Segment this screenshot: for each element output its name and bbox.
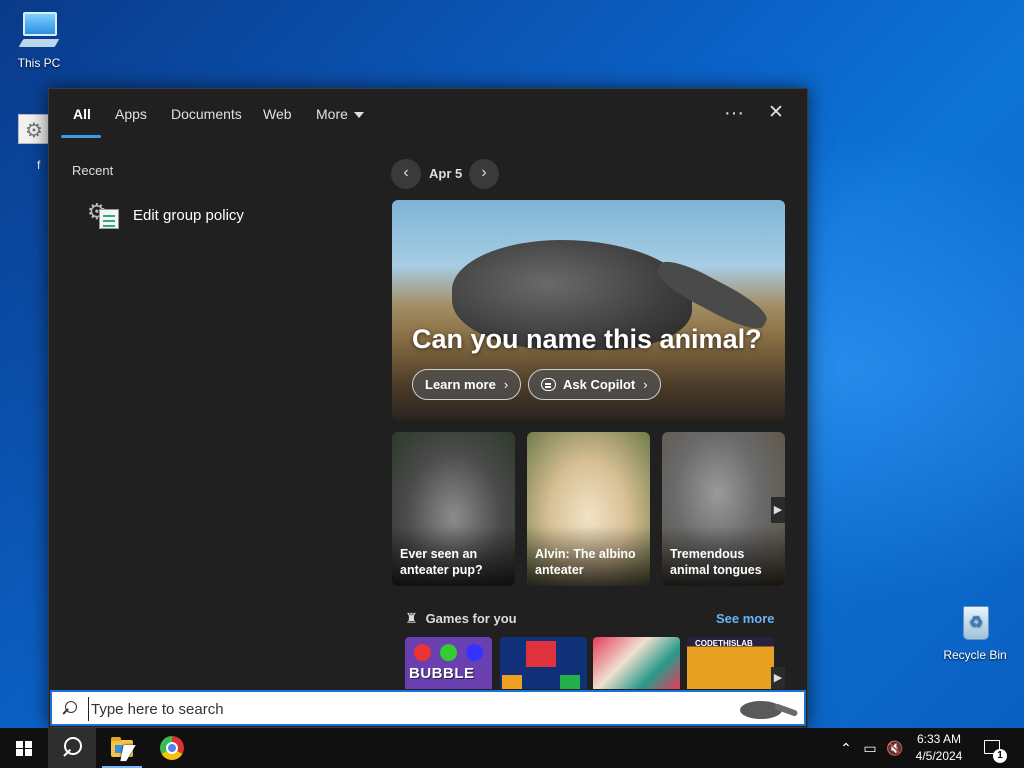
close-button[interactable]: ✕ [761,101,791,127]
search-input[interactable] [88,697,688,721]
recent-item-label: Edit group policy [133,207,244,224]
game-tile[interactable] [593,637,680,689]
card-caption: Tremendous animal tongues [670,547,762,577]
taskbar: ⌃ ▭ 🔇 [0,728,1024,768]
computer-icon [17,8,61,52]
game-tile[interactable]: CODETHISLAB [687,637,774,689]
search-taskbar-button[interactable] [48,728,96,768]
recycle-bin-icon: ♻ [953,600,997,644]
recent-item-edit-group-policy[interactable]: ⚙ Edit group policy [87,197,387,233]
group-policy-icon: ⚙ [87,199,121,231]
desktop-icon-this-pc[interactable]: This PC [2,8,76,70]
search-icon [62,737,82,759]
desktop-icon-recycle-bin[interactable]: ♻ Recycle Bin [938,600,1012,662]
learn-more-label: Learn more [425,377,496,392]
clock[interactable]: 6:33 AM 4/5/2024 [912,731,966,765]
recent-heading: Recent [72,163,114,178]
triangle-right-icon: ▶ [773,504,783,516]
tab-all[interactable]: All [73,106,91,122]
network-icon[interactable]: ▭ [862,740,878,756]
story-card[interactable]: Tremendous animal tongues [662,432,785,586]
clock-date: 4/5/2024 [915,749,963,763]
game-tile[interactable]: BUBBLE [405,637,492,689]
games-next-button[interactable]: ▶ [771,667,785,689]
tab-web[interactable]: Web [263,106,292,122]
chrome-icon [160,736,184,760]
hero-card[interactable]: Can you name this animal? Learn more › As… [392,200,785,420]
notification-count: 1 [993,749,1007,763]
chevron-right-icon: › [503,377,509,392]
more-options-button[interactable]: ··· [719,101,749,127]
card-caption: Alvin: The albino anteater [535,547,636,577]
caret-down-icon [353,112,364,119]
tab-more-label: More [316,106,348,122]
game-tile[interactable] [500,637,587,689]
chevron-right-icon: › [481,164,487,181]
clock-time: 6:33 AM [916,732,962,746]
games-heading: ♜ Games for you [405,610,517,627]
chat-icon [541,378,556,391]
gear-icon: ⚙ [25,120,43,142]
card-caption: Ever seen an anteater pup? [400,547,483,577]
show-hidden-icons-button[interactable]: ⌃ [838,740,854,756]
learn-more-button[interactable]: Learn more › [412,369,522,400]
desktop-icon-label: Recycle Bin [943,648,1007,662]
search-tabs: All Apps Documents Web More ··· ✕ [49,89,807,139]
story-card[interactable]: Ever seen an anteater pup? [392,432,515,586]
date-label: Apr 5 [429,166,463,181]
chevron-up-icon: ⌃ [840,740,852,756]
desktop-icon-label: This PC [17,56,61,70]
next-day-button[interactable]: › [469,159,499,189]
cards-next-button[interactable]: ▶ [771,497,785,523]
search-bar [50,690,806,726]
ask-copilot-label: Ask Copilot [563,377,636,392]
volume-muted-icon[interactable]: 🔇 [886,740,903,756]
chevron-right-icon: › [643,377,648,392]
search-panel: All Apps Documents Web More ··· ✕ Recent… [48,88,808,728]
chess-icon: ♜ [405,610,418,626]
tab-documents[interactable]: Documents [171,106,242,122]
ask-copilot-button[interactable]: Ask Copilot › [528,369,661,400]
triangle-right-icon: ▶ [773,672,783,684]
tab-more[interactable]: More [316,106,364,122]
see-more-link[interactable]: See more [716,611,775,626]
story-card[interactable]: Alvin: The albino anteater [527,432,650,586]
game-tile-text: CODETHISLAB [695,639,753,648]
tab-apps[interactable]: Apps [115,106,147,122]
games-title: Games for you [425,611,517,626]
hero-title: Can you name this animal? [412,324,762,354]
search-icon [63,701,77,715]
previous-day-button[interactable]: ‹ [391,159,421,189]
windows-logo-icon [16,741,32,756]
anteater-thumbnail-icon [734,695,800,723]
chrome-button[interactable] [148,728,196,768]
desktop-icon-group-policy[interactable]: ⚙ [18,114,50,144]
game-tile-text: BUBBLE [409,665,475,682]
start-button[interactable] [0,728,48,768]
active-tab-indicator [61,135,101,138]
chevron-left-icon: ‹ [403,164,409,181]
desktop-icon-label: f [37,158,41,172]
